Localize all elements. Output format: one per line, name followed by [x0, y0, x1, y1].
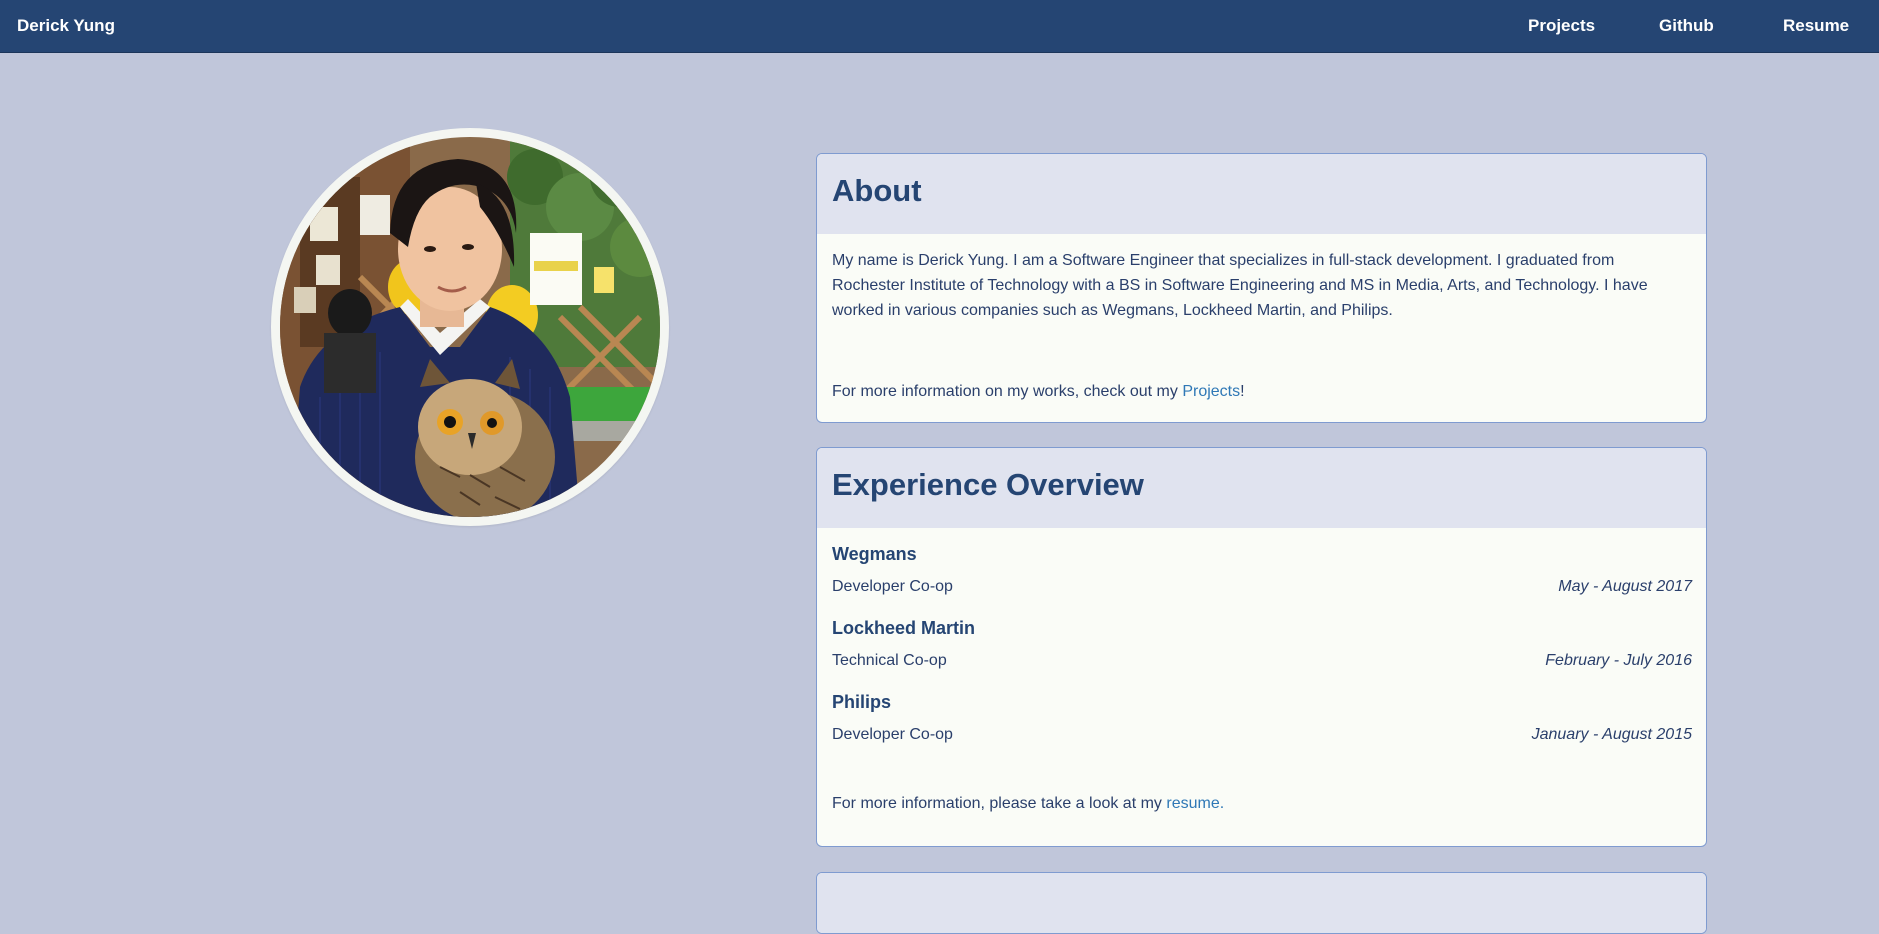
job-role: Technical Co-op	[832, 652, 947, 669]
about-card: About My name is Derick Yung. I am a Sof…	[816, 153, 1707, 423]
job-company: Wegmans	[832, 544, 917, 564]
about-title: About	[832, 173, 922, 208]
job-dates: May - August 2017	[1558, 578, 1692, 595]
nav-link-resume[interactable]: Resume	[1783, 0, 1849, 51]
about-more-suffix: !	[1240, 383, 1245, 400]
about-paragraph: My name is Derick Yung. I am a Software …	[832, 252, 1648, 319]
nav-link-projects[interactable]: Projects	[1528, 0, 1595, 51]
job-role: Developer Co-op	[832, 578, 953, 595]
experience-more-prefix: For more information, please take a look…	[832, 795, 1167, 812]
profile-photo	[280, 137, 660, 517]
brand-link[interactable]: Derick Yung	[17, 0, 115, 51]
next-card	[816, 872, 1707, 934]
job-dates: February - July 2016	[1545, 652, 1692, 669]
experience-title: Experience Overview	[832, 467, 1144, 502]
about-card-header: About	[817, 154, 1706, 234]
experience-more-text: For more information, please take a look…	[832, 791, 1224, 816]
job-role: Developer Co-op	[832, 726, 953, 743]
job-dates: January - August 2015	[1531, 726, 1692, 743]
nav-link-github[interactable]: Github	[1659, 0, 1714, 51]
job-company: Lockheed Martin	[832, 618, 976, 638]
profile-photo-frame	[271, 128, 669, 526]
job-company: Philips	[832, 692, 892, 712]
about-more-text: For more information on my works, check …	[832, 379, 1245, 404]
experience-card-body: Wegmans Developer Co-op May - August 201…	[817, 528, 1706, 812]
next-card-header	[817, 873, 1706, 933]
experience-card-header: Experience Overview	[817, 448, 1706, 528]
top-navbar: Derick Yung Projects Github Resume	[0, 0, 1879, 53]
about-projects-link[interactable]: Projects	[1182, 383, 1240, 400]
experience-resume-link[interactable]: resume.	[1166, 795, 1224, 812]
about-more-prefix: For more information on my works, check …	[832, 383, 1183, 400]
about-card-body: My name is Derick Yung. I am a Software …	[817, 234, 1706, 400]
experience-card: Experience Overview Wegmans Developer Co…	[816, 447, 1707, 847]
